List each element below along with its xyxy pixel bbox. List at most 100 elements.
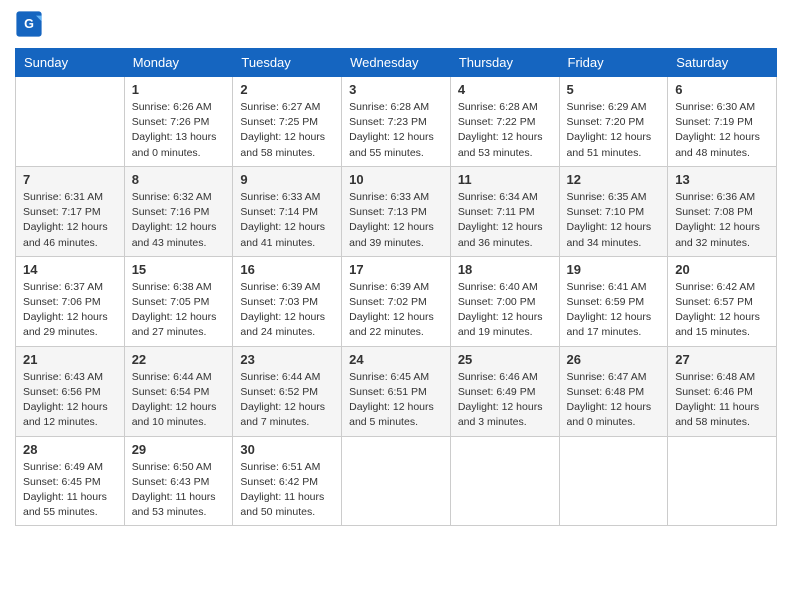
day-number: 19 bbox=[567, 262, 661, 277]
week-row-2: 7 Sunrise: 6:31 AM Sunset: 7:17 PM Daylig… bbox=[16, 166, 777, 256]
day-info: Sunrise: 6:50 AM Sunset: 6:43 PM Dayligh… bbox=[132, 460, 226, 521]
day-number: 17 bbox=[349, 262, 443, 277]
day-number: 30 bbox=[240, 442, 334, 457]
day-cell: 6Sunrise: 6:30 AM Sunset: 7:19 PM Daylig… bbox=[668, 77, 777, 167]
day-cell: 27 Sunrise: 6:48 AM Sunset: 6:46 PM Dayli… bbox=[668, 346, 777, 436]
day-number: 14 bbox=[23, 262, 117, 277]
day-number: 24 bbox=[349, 352, 443, 367]
day-cell: 18Sunrise: 6:40 AM Sunset: 7:00 PM Dayli… bbox=[450, 256, 559, 346]
day-info: Sunrise: 6:26 AM Sunset: 7:26 PM Dayligh… bbox=[132, 100, 226, 161]
day-info: Sunrise: 6:37 AM Sunset: 7:06 PM Dayligh… bbox=[23, 280, 117, 341]
day-cell: 20 Sunrise: 6:42 AM Sunset: 6:57 PM Dayli… bbox=[668, 256, 777, 346]
logo-icon: G bbox=[15, 10, 43, 38]
day-cell bbox=[450, 436, 559, 526]
week-row-1: 1 Sunrise: 6:26 AM Sunset: 7:26 PM Daylig… bbox=[16, 77, 777, 167]
day-cell: 13 Sunrise: 6:36 AM Sunset: 7:08 PM Dayli… bbox=[668, 166, 777, 256]
header-cell-wednesday: Wednesday bbox=[342, 49, 451, 77]
day-number: 20 bbox=[675, 262, 769, 277]
calendar-body: 1 Sunrise: 6:26 AM Sunset: 7:26 PM Daylig… bbox=[16, 77, 777, 526]
day-info: Sunrise: 6:40 AM Sunset: 7:00 PM Dayligh… bbox=[458, 280, 552, 341]
day-info: Sunrise: 6:28 AM Sunset: 7:22 PM Dayligh… bbox=[458, 100, 552, 161]
logo: G bbox=[15, 10, 47, 38]
day-info: Sunrise: 6:31 AM Sunset: 7:17 PM Dayligh… bbox=[23, 190, 117, 251]
day-info: Sunrise: 6:33 AM Sunset: 7:13 PM Dayligh… bbox=[349, 190, 443, 251]
day-number: 4 bbox=[458, 82, 552, 97]
day-cell: 5 Sunrise: 6:29 AM Sunset: 7:20 PM Daylig… bbox=[559, 77, 668, 167]
day-info: Sunrise: 6:29 AM Sunset: 7:20 PM Dayligh… bbox=[567, 100, 661, 161]
day-cell: 2 Sunrise: 6:27 AM Sunset: 7:25 PM Daylig… bbox=[233, 77, 342, 167]
header-row: SundayMondayTuesdayWednesdayThursdayFrid… bbox=[16, 49, 777, 77]
day-info: Sunrise: 6:38 AM Sunset: 7:05 PM Dayligh… bbox=[132, 280, 226, 341]
day-info: Sunrise: 6:48 AM Sunset: 6:46 PM Dayligh… bbox=[675, 370, 769, 431]
day-info: Sunrise: 6:41 AM Sunset: 6:59 PM Dayligh… bbox=[567, 280, 661, 341]
week-row-4: 21 Sunrise: 6:43 AM Sunset: 6:56 PM Dayli… bbox=[16, 346, 777, 436]
day-info: Sunrise: 6:42 AM Sunset: 6:57 PM Dayligh… bbox=[675, 280, 769, 341]
day-cell bbox=[559, 436, 668, 526]
day-number: 25 bbox=[458, 352, 552, 367]
day-number: 9 bbox=[240, 172, 334, 187]
day-info: Sunrise: 6:35 AM Sunset: 7:10 PM Dayligh… bbox=[567, 190, 661, 251]
day-info: Sunrise: 6:49 AM Sunset: 6:45 PM Dayligh… bbox=[23, 460, 117, 521]
day-info: Sunrise: 6:32 AM Sunset: 7:16 PM Dayligh… bbox=[132, 190, 226, 251]
day-number: 29 bbox=[132, 442, 226, 457]
week-row-5: 28Sunrise: 6:49 AM Sunset: 6:45 PM Dayli… bbox=[16, 436, 777, 526]
day-cell: 25 Sunrise: 6:46 AM Sunset: 6:49 PM Dayli… bbox=[450, 346, 559, 436]
week-row-3: 14 Sunrise: 6:37 AM Sunset: 7:06 PM Dayli… bbox=[16, 256, 777, 346]
day-info: Sunrise: 6:43 AM Sunset: 6:56 PM Dayligh… bbox=[23, 370, 117, 431]
day-number: 6 bbox=[675, 82, 769, 97]
day-number: 1 bbox=[132, 82, 226, 97]
day-number: 8 bbox=[132, 172, 226, 187]
day-info: Sunrise: 6:39 AM Sunset: 7:02 PM Dayligh… bbox=[349, 280, 443, 341]
day-number: 12 bbox=[567, 172, 661, 187]
day-info: Sunrise: 6:47 AM Sunset: 6:48 PM Dayligh… bbox=[567, 370, 661, 431]
header-cell-sunday: Sunday bbox=[16, 49, 125, 77]
day-number: 27 bbox=[675, 352, 769, 367]
day-cell: 4 Sunrise: 6:28 AM Sunset: 7:22 PM Daylig… bbox=[450, 77, 559, 167]
day-cell: 26 Sunrise: 6:47 AM Sunset: 6:48 PM Dayli… bbox=[559, 346, 668, 436]
day-number: 11 bbox=[458, 172, 552, 187]
day-info: Sunrise: 6:51 AM Sunset: 6:42 PM Dayligh… bbox=[240, 460, 334, 521]
page-header: G bbox=[15, 10, 777, 38]
day-cell: 28Sunrise: 6:49 AM Sunset: 6:45 PM Dayli… bbox=[16, 436, 125, 526]
day-number: 5 bbox=[567, 82, 661, 97]
day-info: Sunrise: 6:46 AM Sunset: 6:49 PM Dayligh… bbox=[458, 370, 552, 431]
day-info: Sunrise: 6:34 AM Sunset: 7:11 PM Dayligh… bbox=[458, 190, 552, 251]
day-cell: 14 Sunrise: 6:37 AM Sunset: 7:06 PM Dayli… bbox=[16, 256, 125, 346]
day-number: 7 bbox=[23, 172, 117, 187]
day-cell: 24 Sunrise: 6:45 AM Sunset: 6:51 PM Dayli… bbox=[342, 346, 451, 436]
day-info: Sunrise: 6:39 AM Sunset: 7:03 PM Dayligh… bbox=[240, 280, 334, 341]
day-cell bbox=[668, 436, 777, 526]
day-cell: 21 Sunrise: 6:43 AM Sunset: 6:56 PM Dayli… bbox=[16, 346, 125, 436]
day-info: Sunrise: 6:27 AM Sunset: 7:25 PM Dayligh… bbox=[240, 100, 334, 161]
day-number: 26 bbox=[567, 352, 661, 367]
day-number: 16 bbox=[240, 262, 334, 277]
day-cell: 22 Sunrise: 6:44 AM Sunset: 6:54 PM Dayli… bbox=[124, 346, 233, 436]
day-cell: 1 Sunrise: 6:26 AM Sunset: 7:26 PM Daylig… bbox=[124, 77, 233, 167]
day-info: Sunrise: 6:45 AM Sunset: 6:51 PM Dayligh… bbox=[349, 370, 443, 431]
day-cell bbox=[16, 77, 125, 167]
header-cell-thursday: Thursday bbox=[450, 49, 559, 77]
day-number: 10 bbox=[349, 172, 443, 187]
day-cell: 30 Sunrise: 6:51 AM Sunset: 6:42 PM Dayli… bbox=[233, 436, 342, 526]
day-number: 2 bbox=[240, 82, 334, 97]
day-number: 21 bbox=[23, 352, 117, 367]
calendar-header: SundayMondayTuesdayWednesdayThursdayFrid… bbox=[16, 49, 777, 77]
day-info: Sunrise: 6:36 AM Sunset: 7:08 PM Dayligh… bbox=[675, 190, 769, 251]
header-cell-monday: Monday bbox=[124, 49, 233, 77]
calendar-table: SundayMondayTuesdayWednesdayThursdayFrid… bbox=[15, 48, 777, 526]
day-cell: 3Sunrise: 6:28 AM Sunset: 7:23 PM Daylig… bbox=[342, 77, 451, 167]
day-cell: 15Sunrise: 6:38 AM Sunset: 7:05 PM Dayli… bbox=[124, 256, 233, 346]
day-cell: 17 Sunrise: 6:39 AM Sunset: 7:02 PM Dayli… bbox=[342, 256, 451, 346]
day-number: 22 bbox=[132, 352, 226, 367]
svg-text:G: G bbox=[24, 17, 34, 31]
day-info: Sunrise: 6:44 AM Sunset: 6:54 PM Dayligh… bbox=[132, 370, 226, 431]
day-number: 13 bbox=[675, 172, 769, 187]
day-cell: 12 Sunrise: 6:35 AM Sunset: 7:10 PM Dayli… bbox=[559, 166, 668, 256]
day-cell: 19 Sunrise: 6:41 AM Sunset: 6:59 PM Dayli… bbox=[559, 256, 668, 346]
header-cell-friday: Friday bbox=[559, 49, 668, 77]
day-cell: 11 Sunrise: 6:34 AM Sunset: 7:11 PM Dayli… bbox=[450, 166, 559, 256]
day-info: Sunrise: 6:44 AM Sunset: 6:52 PM Dayligh… bbox=[240, 370, 334, 431]
day-cell: 23Sunrise: 6:44 AM Sunset: 6:52 PM Dayli… bbox=[233, 346, 342, 436]
day-cell: 29 Sunrise: 6:50 AM Sunset: 6:43 PM Dayli… bbox=[124, 436, 233, 526]
day-cell: 9Sunrise: 6:33 AM Sunset: 7:14 PM Daylig… bbox=[233, 166, 342, 256]
